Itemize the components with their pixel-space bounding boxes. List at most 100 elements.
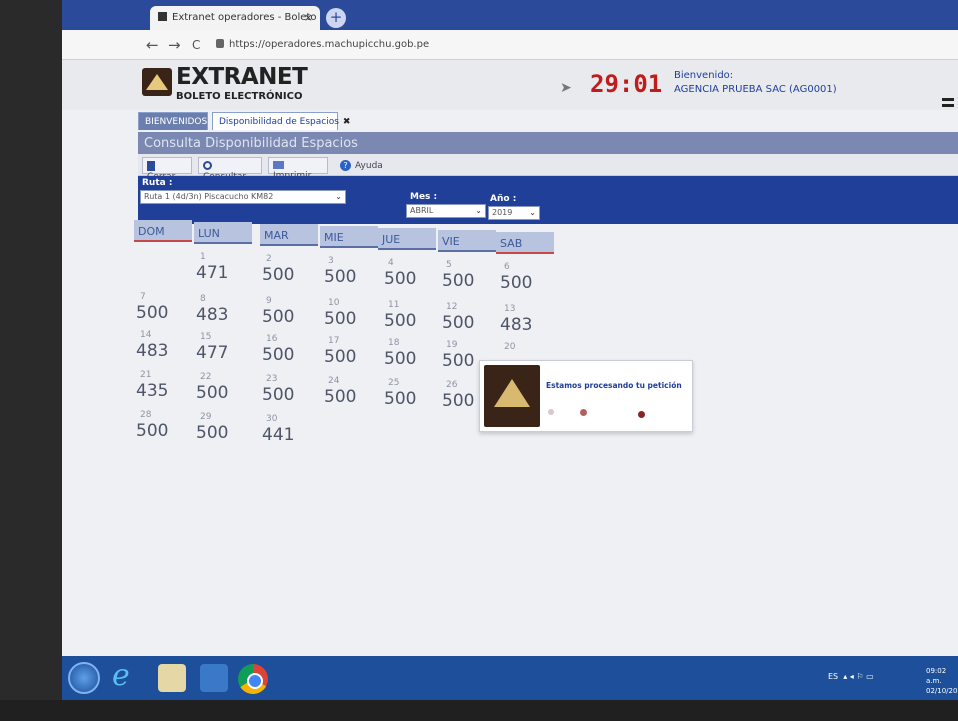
available-spaces: 500 <box>324 267 357 287</box>
calendar-day-cell[interactable]: 9 500 <box>260 296 322 338</box>
available-spaces: 500 <box>384 349 417 369</box>
start-button[interactable] <box>68 662 100 694</box>
tray-icons: ▴ ◂ ⚐ ▭ <box>843 672 874 681</box>
calendar-day-cell[interactable]: 3 500 <box>322 256 384 298</box>
day-number: 20 <box>504 342 516 352</box>
taskbar: e ES ▴ ◂ ⚐ ▭ 09:02 a.m.02/10/201 <box>62 656 958 700</box>
calendar-day-cell[interactable]: 1 471 <box>194 252 256 294</box>
day-number: 14 <box>140 330 152 340</box>
internet-explorer-icon[interactable]: e <box>112 658 140 693</box>
calendar-day-cell[interactable]: 18 500 <box>382 338 444 380</box>
calendar-day-cell[interactable]: 26 500 <box>440 380 502 422</box>
available-spaces: 500 <box>442 313 475 333</box>
file-explorer-icon[interactable] <box>158 664 186 692</box>
available-spaces: 500 <box>196 383 229 403</box>
calendar-day-cell[interactable]: 7 500 <box>134 292 196 334</box>
calendar-day-cell[interactable]: 25 500 <box>382 378 444 420</box>
extranet-logo <box>142 68 172 96</box>
available-spaces: 435 <box>136 381 169 401</box>
chevron-down-icon: ⌄ <box>335 192 342 201</box>
calendar-day-cell[interactable]: 29 500 <box>194 412 256 454</box>
calendar-day-cell[interactable]: 23 500 <box>260 374 322 416</box>
day-header-lun: LUN <box>194 222 252 244</box>
brand-title: EXTRANET <box>176 64 308 90</box>
imprimir-button[interactable]: Imprimir <box>268 157 328 181</box>
help-icon: ? <box>340 160 351 171</box>
calendar-day-cell[interactable]: 15 477 <box>194 332 256 374</box>
available-spaces: 500 <box>384 389 417 409</box>
welcome-user-name: AGENCIA PRUEBA SAC (AG0001) <box>674 84 837 95</box>
calendar-day-cell[interactable]: 17 500 <box>322 336 384 378</box>
address-bar[interactable]: https://operadores.machupicchu.gob.pe <box>212 35 922 55</box>
ruta-label: Ruta : <box>142 178 173 188</box>
reload-icon[interactable]: C <box>192 38 200 52</box>
tab-disponibilidad[interactable]: Disponibilidad de Espacios ✖ <box>212 112 350 130</box>
calendar-day-cell[interactable]: 28 500 <box>134 410 196 452</box>
available-spaces: 500 <box>136 421 169 441</box>
anio-select[interactable]: 2019 ⌄ <box>488 206 540 220</box>
action-bar: Cerrar Consultar Imprimir ?Ayuda <box>138 154 958 182</box>
available-spaces: 483 <box>136 341 169 361</box>
calendar-day-cell[interactable]: 19 500 <box>440 340 502 382</box>
day-number: 2 <box>266 254 272 264</box>
browser-tabstrip: Extranet operadores - Boleto Ele × + <box>62 0 958 30</box>
tab-bienvenidos[interactable]: BIENVENIDOS <box>138 112 208 130</box>
day-number: 16 <box>266 334 278 344</box>
calendar-day-cell[interactable]: 13 483 <box>498 304 560 346</box>
day-header-sab: SAB <box>496 232 554 254</box>
day-number: 15 <box>200 332 212 342</box>
day-number: 29 <box>200 412 212 422</box>
ruta-select[interactable]: Ruta 1 (4d/3n) Piscacucho KM82 ⌄ <box>140 190 346 204</box>
day-header-dom: DOM <box>134 220 192 242</box>
favicon-icon <box>158 12 167 21</box>
forward-arrow-icon[interactable]: → <box>168 36 181 54</box>
browser-tab[interactable]: Extranet operadores - Boleto Ele × <box>150 6 320 30</box>
available-spaces: 500 <box>442 271 475 291</box>
available-spaces: 500 <box>324 387 357 407</box>
new-tab-button[interactable]: + <box>326 8 346 28</box>
system-tray[interactable]: ES ▴ ◂ ⚐ ▭ <box>828 672 874 681</box>
day-number: 30 <box>266 414 278 424</box>
language-indicator: ES <box>828 672 839 681</box>
available-spaces: 500 <box>324 347 357 367</box>
calendar-day-cell[interactable]: 4 500 <box>382 258 444 300</box>
calendar-day-cell[interactable]: 5 500 <box>440 260 502 302</box>
day-header-mie: MIE <box>320 226 378 248</box>
mouse-cursor-icon: ➤ <box>560 80 572 96</box>
calendar-day-cell[interactable]: 10 500 <box>322 298 384 340</box>
calendar-day-cell[interactable]: 22 500 <box>194 372 256 414</box>
calendar-day-cell[interactable]: 24 500 <box>322 376 384 418</box>
day-number: 28 <box>140 410 152 420</box>
calendar-day-cell[interactable]: 30 441 <box>260 414 322 456</box>
available-spaces: 500 <box>500 273 533 293</box>
day-number: 3 <box>328 256 334 266</box>
calendar-day-cell[interactable]: 11 500 <box>382 300 444 342</box>
calendar-day-cell[interactable]: 6 500 <box>498 262 560 304</box>
day-header-vie: VIE <box>438 230 496 252</box>
day-number: 13 <box>504 304 516 314</box>
anio-label: Año : <box>490 194 517 204</box>
calendar-day-cell[interactable]: 20 <box>498 342 560 384</box>
available-spaces: 500 <box>262 345 295 365</box>
back-arrow-icon[interactable]: ← <box>146 36 159 54</box>
day-number: 4 <box>388 258 394 268</box>
close-tab-icon[interactable]: ✖ <box>343 117 351 127</box>
day-number: 23 <box>266 374 278 384</box>
calendar-day-cell[interactable]: 21 435 <box>134 370 196 412</box>
media-player-icon[interactable] <box>200 664 228 692</box>
calendar-day-cell[interactable]: 8 483 <box>194 294 256 336</box>
taskbar-clock[interactable]: 09:02 a.m.02/10/201 <box>926 666 958 696</box>
cerrar-button[interactable]: Cerrar <box>142 157 192 182</box>
ayuda-button[interactable]: ? Ayuda <box>336 157 390 174</box>
chrome-icon[interactable] <box>238 664 268 694</box>
close-tab-icon[interactable]: × <box>304 11 313 24</box>
mes-select[interactable]: ABRIL ⌄ <box>406 204 486 218</box>
calendar-day-cell[interactable]: 2 500 <box>260 254 322 296</box>
consultar-button[interactable]: Consultar <box>198 157 262 182</box>
calendar-day-cell[interactable]: 12 500 <box>440 302 502 344</box>
day-number: 6 <box>504 262 510 272</box>
lock-icon <box>216 39 224 48</box>
calendar-day-cell[interactable]: 16 500 <box>260 334 322 376</box>
available-spaces: 471 <box>196 263 229 283</box>
calendar-day-cell[interactable]: 14 483 <box>134 330 196 372</box>
